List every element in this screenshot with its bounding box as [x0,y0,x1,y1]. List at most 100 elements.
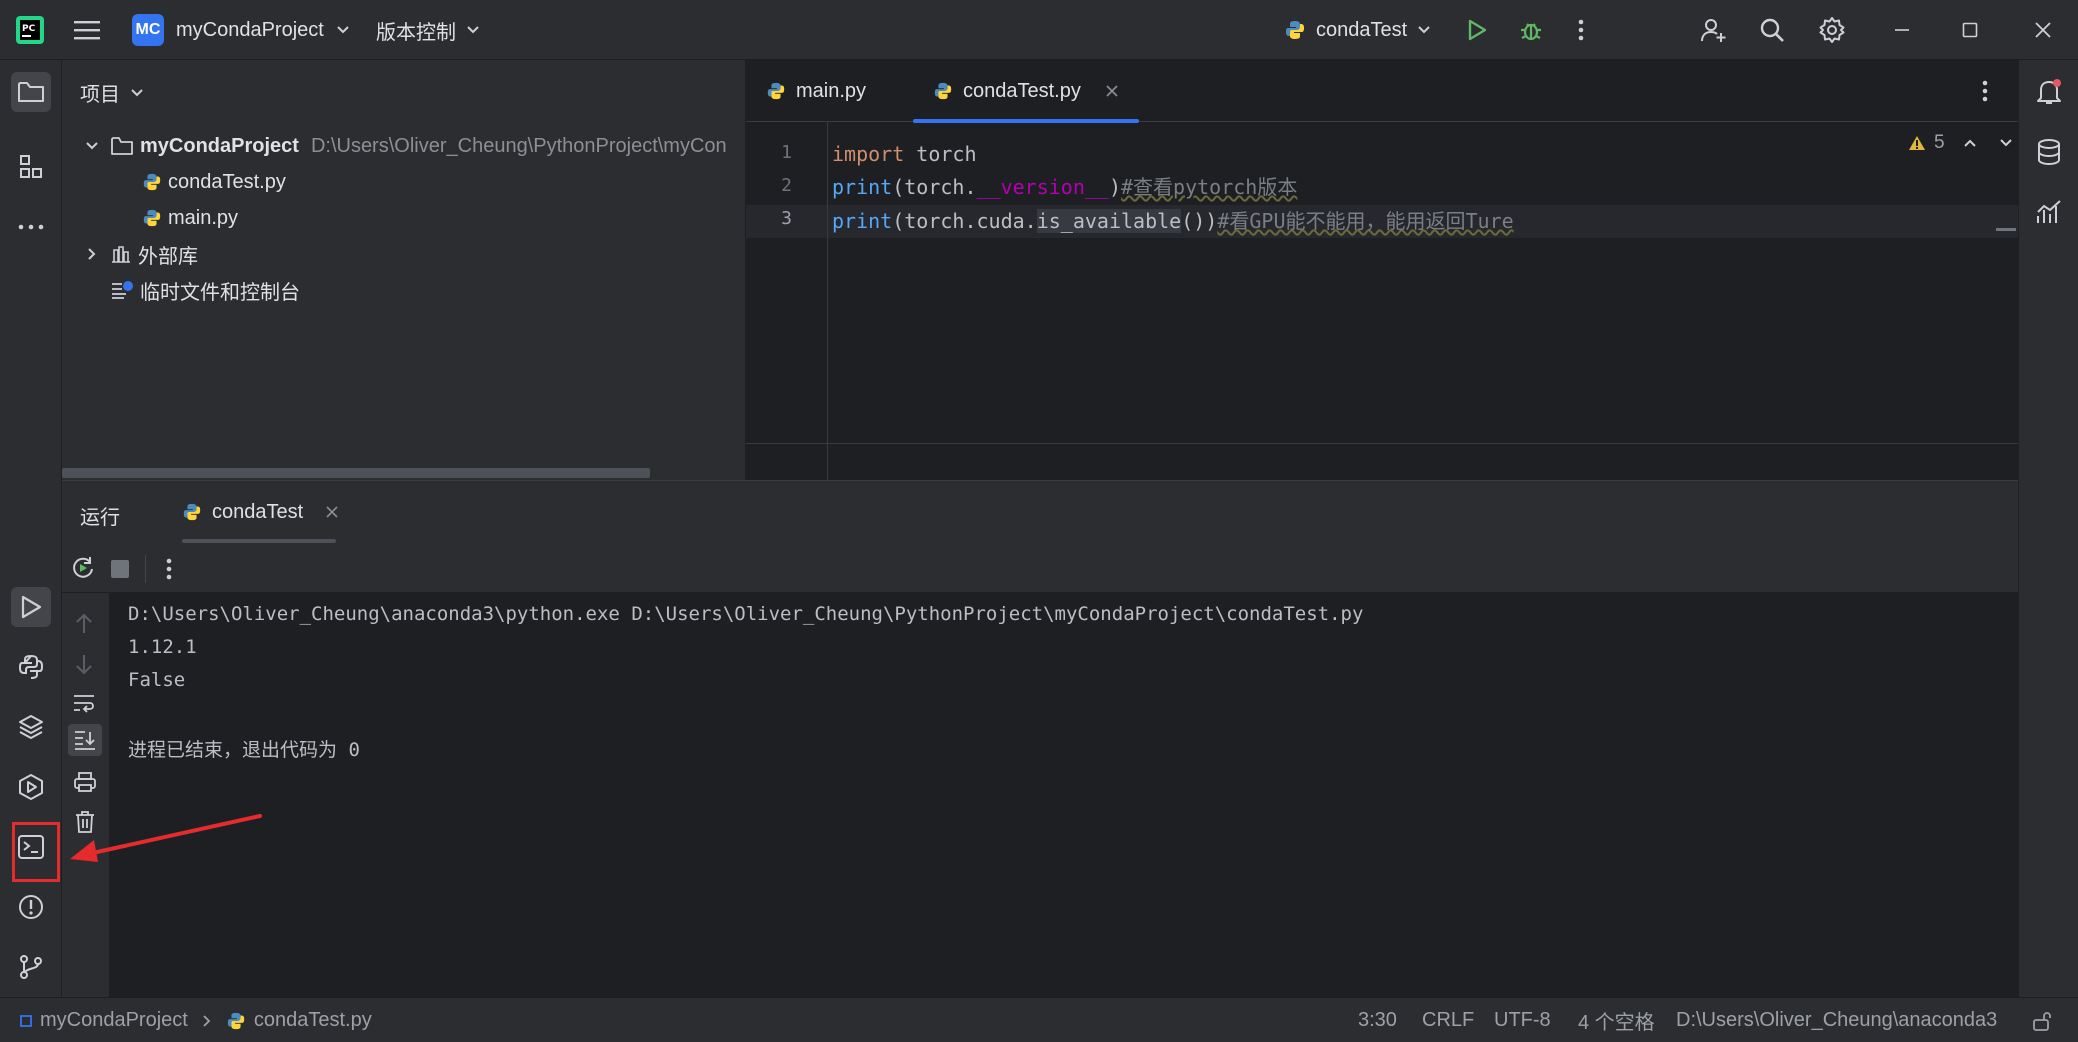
python-file-icon [767,82,785,100]
keyword: import [832,142,905,166]
chevron-down-icon [1418,26,1430,34]
code-line[interactable]: print(torch.__version__)#查看pytorch版本 [832,171,1297,204]
chevron-up-icon[interactable] [1963,138,1977,148]
close-icon[interactable] [1105,84,1119,98]
pycharm-logo-icon[interactable]: PC [14,0,46,60]
tree-external-libs[interactable]: 外部库 [84,237,198,271]
tree-file[interactable]: condaTest.py [142,165,286,199]
maximize-button[interactable] [1962,0,1978,60]
maximize-icon [1962,22,1978,38]
indent-setting[interactable]: 4 个空格 [1578,998,1655,1042]
settings-button[interactable] [1818,0,1846,60]
editor-tabs: main.py condaTest.py [746,60,2018,123]
close-icon[interactable] [325,505,339,519]
tab-label: main.py [796,79,867,102]
rerun-button[interactable] [70,555,96,581]
caret-position[interactable]: 3:30 [1358,998,1397,1042]
horizontal-scrollbar[interactable] [62,468,650,478]
run-button[interactable] [1466,0,1488,60]
minimize-button[interactable] [1894,0,1910,60]
unlock-icon [2033,1011,2051,1031]
add-user-button[interactable] [1700,0,1728,60]
library-icon [112,246,130,263]
sciview-button[interactable] [2029,192,2069,232]
soft-wrap-button[interactable] [72,693,96,713]
tree-file[interactable]: main.py [142,201,238,235]
structure-tool-button[interactable] [11,147,51,187]
chevron-right-icon[interactable] [84,246,100,262]
search-button[interactable] [1758,0,1786,60]
database-button[interactable] [2029,132,2069,172]
python-packages-button[interactable] [11,707,51,747]
debug-button[interactable] [1518,0,1544,60]
console-command-line: D:\Users\Oliver_Cheung\anaconda3\python.… [128,603,1364,625]
more-actions-button[interactable] [1578,0,1584,60]
code-text: ) [1108,175,1122,199]
code-line[interactable]: import torch [832,138,977,171]
chart-icon [2037,200,2061,223]
add-user-icon [1701,19,1726,42]
chevron-down-icon [337,26,349,34]
notifications-button[interactable] [2029,72,2069,112]
git-tool-button[interactable] [11,947,51,987]
print-button[interactable] [73,771,97,793]
python-icon [183,503,201,521]
bell-icon [2037,79,2061,104]
run-more-button[interactable] [166,558,172,580]
line-number: 1 [781,142,792,163]
main-menu-icon[interactable] [74,0,100,60]
python-file-icon [934,82,952,100]
breadcrumb-file[interactable]: condaTest.py [254,1009,372,1032]
project-name: myCondaProject [176,18,324,41]
more-vertical-icon [1578,19,1584,41]
scroll-to-end-icon [75,731,95,750]
file-encoding[interactable]: UTF-8 [1494,998,1551,1042]
editor-divider [746,443,2018,444]
tab-main-py[interactable]: main.py [746,60,886,122]
file-name: main.py [168,206,239,229]
breadcrumb-project[interactable]: myCondaProject [40,1009,188,1032]
tab-options-button[interactable] [1982,80,1988,102]
python-icon [1286,21,1304,39]
python-console-icon [18,654,44,679]
services-button[interactable] [11,767,51,807]
tree-scratches[interactable]: 临时文件和控制台 [110,273,300,307]
code-line[interactable]: print(torch.cuda.is_available())#看GPU能不能… [832,205,1514,238]
title-bar: PC MC myCondaProject 版本控制 condaTest [0,0,2078,60]
tab-condatest-py[interactable]: condaTest.py [913,60,1139,123]
more-tools-button[interactable] [11,207,51,247]
run-tab-condatest[interactable]: condaTest [162,481,359,543]
project-tool-button[interactable] [11,72,51,112]
scroll-to-end-button[interactable] [68,724,102,756]
chevron-down-icon[interactable] [84,138,100,154]
play-icon [21,595,42,619]
line-separator[interactable]: CRLF [1422,998,1474,1042]
python-console-button[interactable] [11,647,51,687]
inspection-widget[interactable]: 5 [1908,132,2013,154]
tree-root[interactable]: myCondaProject D:\Users\Oliver_Cheung\Py… [84,129,727,163]
lock-button[interactable] [2032,998,2052,1042]
scroll-up-button[interactable] [74,613,94,635]
project-view-selector[interactable]: 项目 [80,78,144,107]
vcs-menu[interactable]: 版本控制 [376,0,480,60]
console-output-line: False [128,669,186,691]
right-tool-strip [2018,60,2078,997]
interpreter-path[interactable]: D:\Users\Oliver_Cheung\anaconda3 [1676,998,1997,1042]
scroll-down-button[interactable] [74,653,94,675]
more-horizontal-icon [18,224,44,230]
root-path: D:\Users\Oliver_Cheung\PythonProject\myC… [310,134,727,157]
line-number: 2 [781,175,792,196]
close-button[interactable] [2034,0,2052,60]
chevron-down-icon[interactable] [1999,138,2013,148]
vcs-label: 版本控制 [376,21,456,44]
python-file-icon [143,173,161,191]
breadcrumb[interactable]: myCondaProject condaTest.py [20,998,372,1042]
bug-icon [1521,23,1541,41]
problems-tool-button[interactable] [11,887,51,927]
project-switcher[interactable]: MC myCondaProject [132,0,350,60]
folder-icon [111,137,133,155]
run-tool-button[interactable] [11,587,51,627]
run-config-selector[interactable]: condaTest [1284,0,1431,60]
run-side-toolbar [62,593,110,998]
stop-button[interactable] [111,560,129,578]
